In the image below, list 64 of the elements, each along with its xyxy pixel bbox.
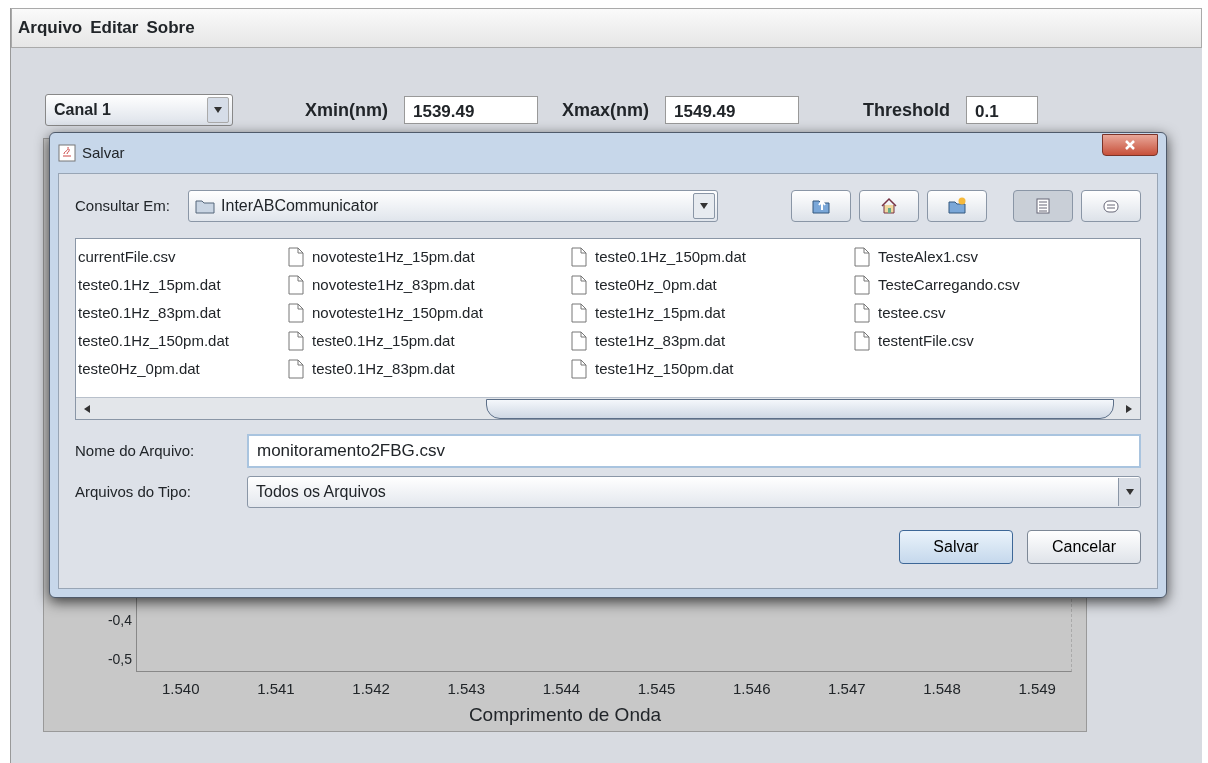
file-item[interactable]: teste1Hz_150pm.dat — [571, 355, 854, 383]
list-view-icon — [1033, 196, 1053, 216]
folder-up-button[interactable] — [791, 190, 851, 222]
dialog-title: Salvar — [82, 142, 125, 163]
dialog-button[interactable]: Cancelar — [1027, 530, 1141, 564]
x-axis-label: Comprimento de Onda — [467, 702, 663, 727]
x-tick-label: 1.545 — [637, 679, 676, 699]
filename-label: Nome do Arquivo: — [75, 440, 196, 461]
file-item[interactable]: teste0Hz_0pm.dat — [78, 355, 288, 383]
file-item[interactable]: teste0.1Hz_15pm.dat — [78, 271, 288, 299]
file-item[interactable]: novoteste1Hz_83pm.dat — [288, 271, 571, 299]
x-tick-label: 1.547 — [828, 679, 866, 699]
number-field[interactable]: 1549.49 — [665, 96, 800, 124]
channel-dropdown[interactable]: Canal 1 — [45, 94, 233, 126]
field-label: Xmin(nm) — [305, 98, 388, 122]
dialog-button[interactable]: Salvar — [899, 530, 1013, 564]
new-folder-button[interactable] — [927, 190, 987, 222]
filename-field[interactable]: monitoramento2FBG.csv — [247, 434, 1141, 468]
number-field[interactable]: 0.1 — [966, 96, 1039, 124]
file-item[interactable]: TesteAlex1.csv — [854, 243, 1094, 271]
new-folder-icon — [947, 196, 967, 216]
file-item[interactable]: novoteste1Hz_15pm.dat — [288, 243, 571, 271]
file-item[interactable]: testentFile.csv — [854, 327, 1094, 355]
menu-item[interactable]: Editar — [90, 15, 139, 41]
y-tick-label: -0,5 — [107, 650, 133, 669]
file-type-label: Arquivos do Tipo: — [75, 481, 192, 502]
file-item[interactable]: teste1Hz_15pm.dat — [571, 299, 854, 327]
scrollbar-thumb[interactable] — [486, 398, 1114, 419]
field-label: Threshold — [863, 98, 951, 122]
file-item[interactable]: teste0Hz_0pm.dat — [571, 271, 854, 299]
file-item[interactable]: testee.csv — [854, 299, 1094, 327]
details-view-button[interactable] — [1081, 190, 1141, 222]
file-item[interactable]: teste0.1Hz_150pm.dat — [78, 327, 288, 355]
file-item[interactable]: teste0.1Hz_15pm.dat — [288, 327, 571, 355]
x-tick-label: 1.548 — [923, 679, 961, 699]
x-tick-label: 1.549 — [1018, 679, 1056, 699]
home-icon — [879, 196, 899, 216]
file-item[interactable]: teste0.1Hz_83pm.dat — [78, 299, 288, 327]
menu-item[interactable]: Sobre — [146, 15, 195, 41]
horizontal-scrollbar[interactable] — [76, 397, 1140, 419]
number-field[interactable]: 1539.49 — [404, 96, 538, 124]
field-label: Xmax(nm) — [562, 98, 650, 122]
folder-icon — [195, 198, 216, 214]
list-view-button[interactable] — [1013, 190, 1073, 222]
y-tick-label: -0,4 — [107, 611, 133, 630]
file-type-dropdown[interactable]: Todos os Arquivos — [247, 476, 1141, 508]
x-tick-label: 1.546 — [732, 679, 771, 699]
file-item[interactable]: novoteste1Hz_150pm.dat — [288, 299, 571, 327]
x-tick-label: 1.544 — [542, 679, 581, 699]
file-item[interactable]: teste1Hz_83pm.dat — [571, 327, 854, 355]
x-tick-label: 1.541 — [257, 679, 295, 699]
look-in-label: Consultar Em: — [75, 195, 171, 216]
close-icon — [1124, 140, 1136, 150]
close-button[interactable] — [1102, 134, 1158, 156]
x-tick-label: 1.540 — [162, 679, 200, 699]
file-item[interactable]: currentFile.csv — [78, 243, 288, 271]
x-tick-label: 1.542 — [352, 679, 390, 699]
home-button[interactable] — [859, 190, 919, 222]
folder-dropdown[interactable]: InterABCommunicator — [188, 190, 719, 222]
menu-item[interactable]: Arquivo — [18, 15, 83, 41]
file-item[interactable]: teste0.1Hz_83pm.dat — [288, 355, 571, 383]
file-item[interactable]: TesteCarregando.csv — [854, 271, 1094, 299]
x-tick-label: 1.543 — [447, 679, 485, 699]
file-item[interactable]: teste0.1Hz_150pm.dat — [571, 243, 854, 271]
